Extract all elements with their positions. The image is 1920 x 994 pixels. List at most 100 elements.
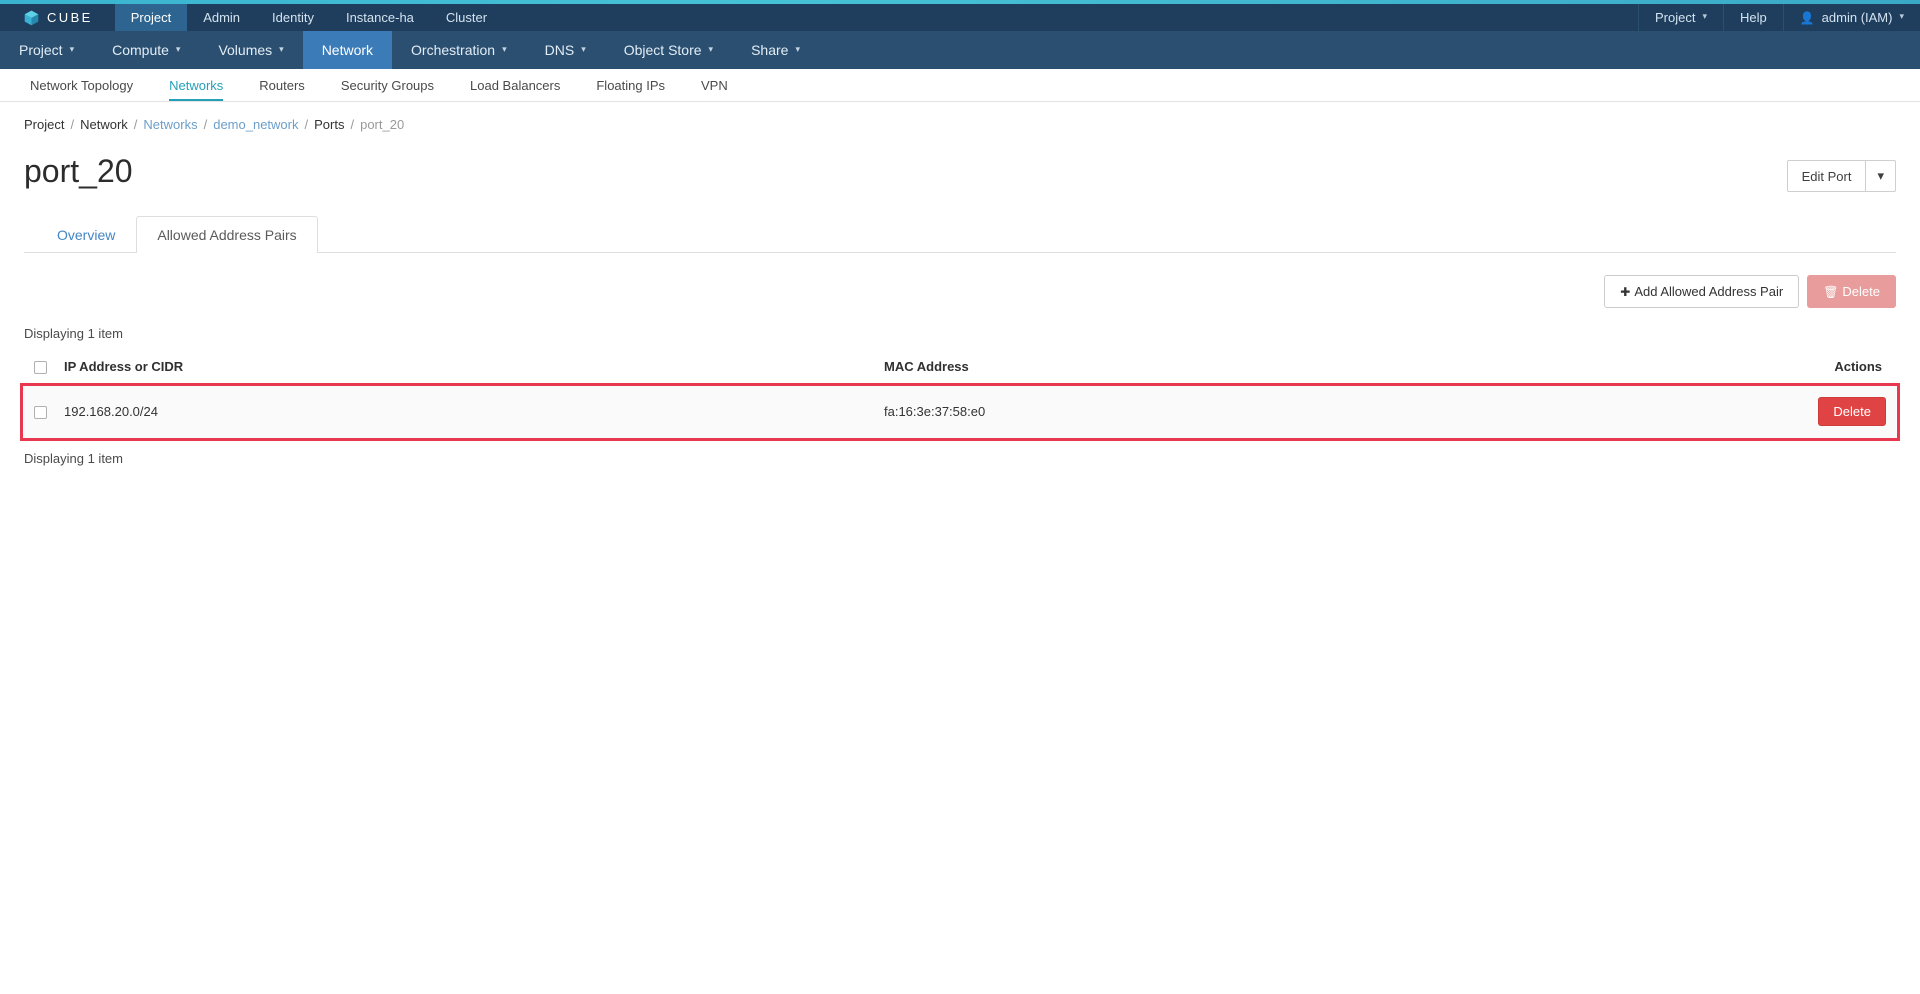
breadcrumb-separator: /	[350, 117, 355, 132]
breadcrumb-separator: /	[304, 117, 309, 132]
detail-tabs: Overview Allowed Address Pairs	[24, 216, 1896, 253]
breadcrumb-separator: /	[133, 117, 138, 132]
main-nav-item-volumes[interactable]: Volumes ▾	[199, 31, 302, 69]
top-nav-item-project[interactable]: Project	[114, 4, 188, 31]
top-nav-label: Admin	[203, 10, 241, 25]
sub-nav-label: VPN	[701, 77, 728, 93]
sub-nav-item-networks[interactable]: Networks	[151, 69, 241, 101]
main-nav-item-share[interactable]: Share ▾	[732, 31, 819, 69]
top-nav-item-identity[interactable]: Identity	[256, 4, 330, 31]
edit-port-dropdown-toggle[interactable]: ▾	[1866, 160, 1896, 192]
chevron-down-icon: ▾	[175, 43, 181, 54]
user-icon: 👤	[1799, 10, 1815, 25]
sub-nav-label: Security Groups	[340, 77, 435, 93]
top-nav-item-admin[interactable]: Admin	[187, 4, 256, 31]
brand-name: CUBE	[47, 10, 93, 25]
breadcrumb-item-current: port_20	[360, 117, 405, 132]
top-nav-item-cluster[interactable]: Cluster	[430, 4, 503, 31]
main-nav-item-network[interactable]: Network	[302, 31, 393, 69]
main-nav-item-object-store[interactable]: Object Store ▾	[605, 31, 732, 69]
cell-mac-address: fa:16:3e:37:58:e0	[878, 384, 1464, 440]
breadcrumb-item-demo-network[interactable]: demo_network	[213, 117, 298, 132]
sub-nav-label: Network Topology	[30, 77, 134, 93]
tab-label: Allowed Address Pairs	[157, 227, 297, 243]
main-nav-label: DNS	[544, 42, 575, 58]
chevron-down-icon: ▾	[279, 43, 284, 54]
sub-nav-label: Load Balancers	[470, 77, 561, 93]
sub-nav-item-floating-ips[interactable]: Floating IPs	[578, 69, 683, 101]
main-nav-label: Compute	[112, 42, 169, 58]
chevron-down-icon: ▾	[581, 43, 586, 54]
main-nav-label: Network	[321, 42, 374, 58]
column-header-actions: Actions	[1463, 351, 1896, 386]
sub-nav-label: Floating IPs	[596, 77, 666, 93]
sub-nav-label: Networks	[169, 77, 224, 93]
edit-port-button-group: Edit Port ▾	[1786, 160, 1896, 192]
main-nav-item-dns[interactable]: DNS ▾	[526, 31, 605, 69]
sub-nav-bar: Network Topology Networks Routers Securi…	[0, 69, 1920, 102]
help-link[interactable]: Help	[1722, 4, 1783, 31]
chevron-down-icon: ▾	[1899, 11, 1904, 21]
page-title: port_20	[24, 153, 133, 189]
sub-nav-item-routers[interactable]: Routers	[241, 69, 323, 101]
top-nav-item-instance-ha[interactable]: Instance-ha	[330, 4, 430, 31]
breadcrumb-separator: /	[203, 117, 208, 132]
tab-label: Overview	[57, 227, 116, 243]
trash-icon: 🗑	[1823, 285, 1839, 299]
table-row[interactable]: 192.168.20.0/24 fa:16:3e:37:58:e0 Delete	[24, 384, 1896, 440]
select-all-header	[24, 351, 58, 386]
breadcrumb-item-networks[interactable]: Networks	[143, 117, 197, 132]
project-selector-label: Project	[1654, 10, 1696, 25]
sub-nav-item-vpn[interactable]: VPN	[683, 69, 746, 101]
chevron-down-icon: ▾	[708, 43, 714, 54]
table-header-row: IP Address or CIDR MAC Address Actions	[24, 351, 1896, 386]
breadcrumb-separator: /	[70, 117, 75, 132]
brand-logo[interactable]: CUBE	[0, 4, 115, 31]
user-menu[interactable]: 👤 admin (IAM) ▾	[1782, 4, 1920, 31]
allowed-address-pairs-table: IP Address or CIDR MAC Address Actions 1…	[24, 351, 1896, 440]
add-allowed-address-pair-button[interactable]: ✚ Add Allowed Address Pair	[1604, 275, 1800, 308]
tab-allowed-address-pairs[interactable]: Allowed Address Pairs	[136, 216, 318, 253]
user-menu-label: admin (IAM)	[1821, 10, 1893, 25]
project-selector[interactable]: Project ▾	[1637, 4, 1723, 31]
top-nav: Project Admin Identity Instance-ha Clust…	[114, 4, 503, 31]
main-nav-label: Project	[19, 42, 63, 58]
main-nav-label: Orchestration	[411, 42, 496, 58]
top-nav-label: Cluster	[445, 10, 488, 25]
row-select-cell	[24, 384, 58, 440]
tab-overview[interactable]: Overview	[36, 216, 136, 253]
row-checkbox[interactable]	[34, 406, 47, 420]
main-nav-item-orchestration[interactable]: Orchestration ▾	[392, 31, 526, 69]
breadcrumb-item-project: Project	[24, 117, 65, 132]
main-nav-label: Volumes	[218, 42, 273, 58]
chevron-down-icon: ▾	[795, 43, 800, 54]
main-nav-label: Share	[751, 42, 789, 58]
plus-icon: ✚	[1620, 285, 1631, 299]
cell-ip-address: 192.168.20.0/24	[58, 384, 878, 440]
select-all-checkbox[interactable]	[34, 361, 47, 375]
chevron-down-icon: ▾	[1877, 168, 1884, 183]
sub-nav-item-load-balancers[interactable]: Load Balancers	[452, 69, 578, 101]
row-delete-button[interactable]: Delete	[1818, 397, 1886, 427]
delete-button-label: Delete	[1842, 284, 1880, 299]
chevron-down-icon: ▾	[69, 43, 75, 54]
cube-icon	[24, 10, 39, 26]
main-nav-item-compute[interactable]: Compute ▾	[93, 31, 199, 69]
top-bar-right: Project ▾ Help 👤 admin (IAM) ▾	[1637, 4, 1920, 31]
main-nav-label: Object Store	[623, 42, 702, 58]
breadcrumb: Project / Network / Networks / demo_netw…	[24, 102, 1896, 142]
row-actions-cell: Delete	[1463, 384, 1896, 440]
main-nav-item-project[interactable]: Project ▾	[0, 31, 93, 69]
sub-nav-item-security-groups[interactable]: Security Groups	[323, 69, 452, 101]
edit-port-button[interactable]: Edit Port	[1786, 160, 1867, 192]
sub-nav-label: Routers	[259, 77, 305, 93]
table-head: IP Address or CIDR MAC Address Actions	[24, 351, 1896, 386]
help-label: Help	[1739, 10, 1767, 25]
delete-selected-button[interactable]: 🗑 Delete	[1807, 275, 1896, 308]
item-count-bottom: Displaying 1 item	[24, 451, 123, 467]
breadcrumb-item-ports: Ports	[314, 117, 345, 132]
table-body: 192.168.20.0/24 fa:16:3e:37:58:e0 Delete	[24, 384, 1896, 440]
top-nav-label: Identity	[272, 10, 314, 25]
chevron-down-icon: ▾	[1702, 11, 1707, 21]
sub-nav-item-network-topology[interactable]: Network Topology	[12, 69, 151, 101]
